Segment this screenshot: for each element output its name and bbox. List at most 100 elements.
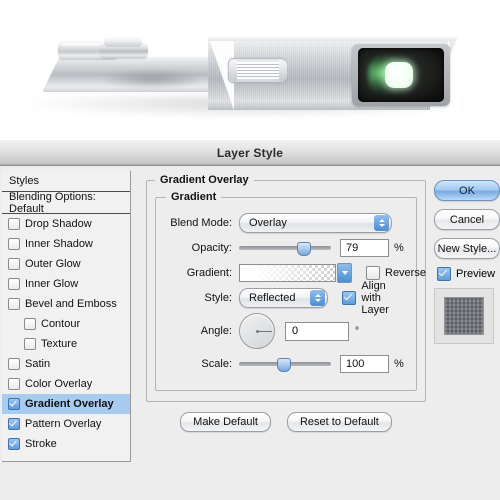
align-with-layer-label: Align with Layer: [361, 280, 389, 316]
styles-header[interactable]: Styles: [2, 171, 130, 192]
styles-item-checkbox[interactable]: [24, 318, 36, 330]
styles-item-checkbox[interactable]: [24, 338, 36, 350]
styles-item[interactable]: Contour: [2, 314, 130, 334]
lens-highlight: [385, 62, 413, 88]
preview-checkbox[interactable]: Preview: [437, 267, 500, 281]
styles-column: Styles Blending Options: Default Drop Sh…: [2, 171, 132, 500]
styles-item[interactable]: Gradient Overlay: [2, 394, 130, 414]
styles-item-label: Gradient Overlay: [25, 398, 114, 410]
styles-item-checkbox[interactable]: [8, 278, 20, 290]
align-with-layer-checkbox[interactable]: Align with Layer: [342, 280, 408, 316]
styles-item-list: Drop Shadow Inner Shadow Outer Glow Inner G…: [2, 214, 130, 454]
new-style-label: New Style...: [437, 242, 497, 255]
angle-value: 0: [292, 325, 299, 337]
ridged-grille-cap-right: [279, 60, 287, 81]
styles-item-checkbox[interactable]: [8, 438, 20, 450]
styles-item[interactable]: Outer Glow: [2, 254, 130, 274]
angle-label: Angle:: [200, 325, 232, 337]
preview-label: Preview: [456, 268, 496, 280]
opacity-slider-track: [239, 246, 331, 250]
dialog-titlebar[interactable]: Layer Style: [0, 140, 500, 166]
dial-knob-small-top: [104, 36, 142, 47]
opacity-row: Opacity: 79 %: [164, 237, 408, 259]
style-select[interactable]: Reflected: [239, 288, 329, 308]
cancel-label: Cancel: [449, 213, 485, 226]
opacity-slider-thumb[interactable]: [296, 242, 311, 256]
styles-item-checkbox[interactable]: [8, 258, 20, 270]
ok-button[interactable]: OK: [434, 180, 500, 201]
cancel-button[interactable]: Cancel: [434, 209, 500, 230]
styles-item-label: Texture: [41, 338, 78, 350]
angle-dial[interactable]: [239, 313, 275, 349]
reset-to-default-label: Reset to Default: [299, 416, 379, 428]
styles-item[interactable]: Bevel and Emboss: [2, 294, 130, 314]
styles-item-label: Satin: [25, 358, 51, 370]
styles-item[interactable]: Stroke: [2, 434, 130, 454]
styles-item[interactable]: Pattern Overlay: [2, 414, 130, 434]
make-default-label: Make Default: [193, 416, 258, 428]
new-style-button[interactable]: New Style...: [434, 238, 500, 259]
scale-label: Scale:: [201, 358, 232, 370]
dialog-actions: OK Cancel New Style... Preview: [434, 180, 500, 344]
preview-thumbnail: [444, 297, 484, 335]
blend-mode-select[interactable]: Overlay: [239, 213, 392, 233]
blending-options-row[interactable]: Blending Options: Default: [2, 190, 130, 215]
styles-item-label: Drop Shadow: [25, 218, 92, 230]
opacity-unit: %: [394, 242, 404, 254]
reverse-checkbox-box: [366, 266, 380, 280]
page-title: Layer Style: [216, 145, 284, 160]
ridged-grille-cap-left: [229, 60, 237, 81]
blend-mode-row: Blend Mode: Overlay: [164, 212, 408, 234]
reverse-label: Reverse: [385, 267, 426, 279]
reset-to-default-button[interactable]: Reset to Default: [286, 412, 392, 432]
gradient-legend: Gradient: [166, 191, 222, 203]
styles-item-label: Pattern Overlay: [25, 418, 102, 430]
styles-item-checkbox[interactable]: [8, 238, 20, 250]
camera-top-highlight: [208, 36, 458, 41]
scale-input[interactable]: 100: [340, 355, 389, 373]
chevron-updown-icon: [374, 215, 389, 231]
styles-item[interactable]: Inner Glow: [2, 274, 130, 294]
camera-photo: [0, 0, 500, 140]
styles-item-checkbox[interactable]: [8, 418, 20, 430]
styles-item[interactable]: Texture: [2, 334, 130, 354]
styles-item-label: Inner Glow: [25, 278, 79, 290]
styles-item-label: Color Overlay: [25, 378, 93, 390]
styles-item[interactable]: Inner Shadow: [2, 234, 130, 254]
gradient-label: Gradient:: [186, 267, 232, 279]
styles-item-checkbox[interactable]: [8, 398, 20, 410]
preview-thumbnail-frame: [434, 288, 494, 344]
screen: Layer Style Styles Blending Options: Def…: [0, 0, 500, 500]
angle-input[interactable]: 0: [285, 321, 349, 341]
styles-item-checkbox[interactable]: [8, 218, 20, 230]
styles-item-label: Inner Shadow: [25, 238, 93, 250]
align-with-layer-checkbox-box: [342, 291, 357, 305]
blend-mode-label: Blend Mode:: [170, 217, 232, 229]
gradient-overlay-legend: Gradient Overlay: [155, 174, 254, 186]
styles-item-checkbox[interactable]: [8, 298, 20, 310]
chevron-updown-icon: [310, 290, 326, 306]
styles-item-checkbox[interactable]: [8, 358, 20, 370]
layer-style-dialog: Layer Style Styles Blending Options: Def…: [0, 140, 500, 500]
gradient-group: Gradient Blend Mode: Overlay Opacity: 79…: [155, 191, 426, 391]
styles-item[interactable]: Drop Shadow: [2, 214, 130, 234]
styles-listbox[interactable]: Styles Blending Options: Default Drop Sh…: [2, 171, 131, 462]
scale-slider[interactable]: [239, 356, 331, 372]
styles-item[interactable]: Satin: [2, 354, 130, 374]
opacity-input[interactable]: 79: [340, 239, 389, 257]
make-default-button[interactable]: Make Default: [180, 412, 271, 432]
style-label: Style:: [204, 292, 232, 304]
reverse-checkbox[interactable]: Reverse: [366, 266, 426, 280]
opacity-value: 79: [346, 242, 359, 254]
angle-dial-center: [255, 329, 259, 333]
styles-header-label: Styles: [9, 175, 39, 187]
styles-item[interactable]: Color Overlay: [2, 374, 130, 394]
scale-value: 100: [346, 358, 365, 370]
gradient-swatch[interactable]: [239, 264, 336, 282]
angle-unit: °: [355, 325, 359, 337]
blending-options-label: Blending Options: Default: [9, 190, 96, 215]
opacity-label: Opacity:: [191, 242, 232, 254]
styles-item-checkbox[interactable]: [8, 378, 20, 390]
opacity-slider[interactable]: [239, 240, 331, 256]
scale-slider-thumb[interactable]: [277, 358, 292, 372]
